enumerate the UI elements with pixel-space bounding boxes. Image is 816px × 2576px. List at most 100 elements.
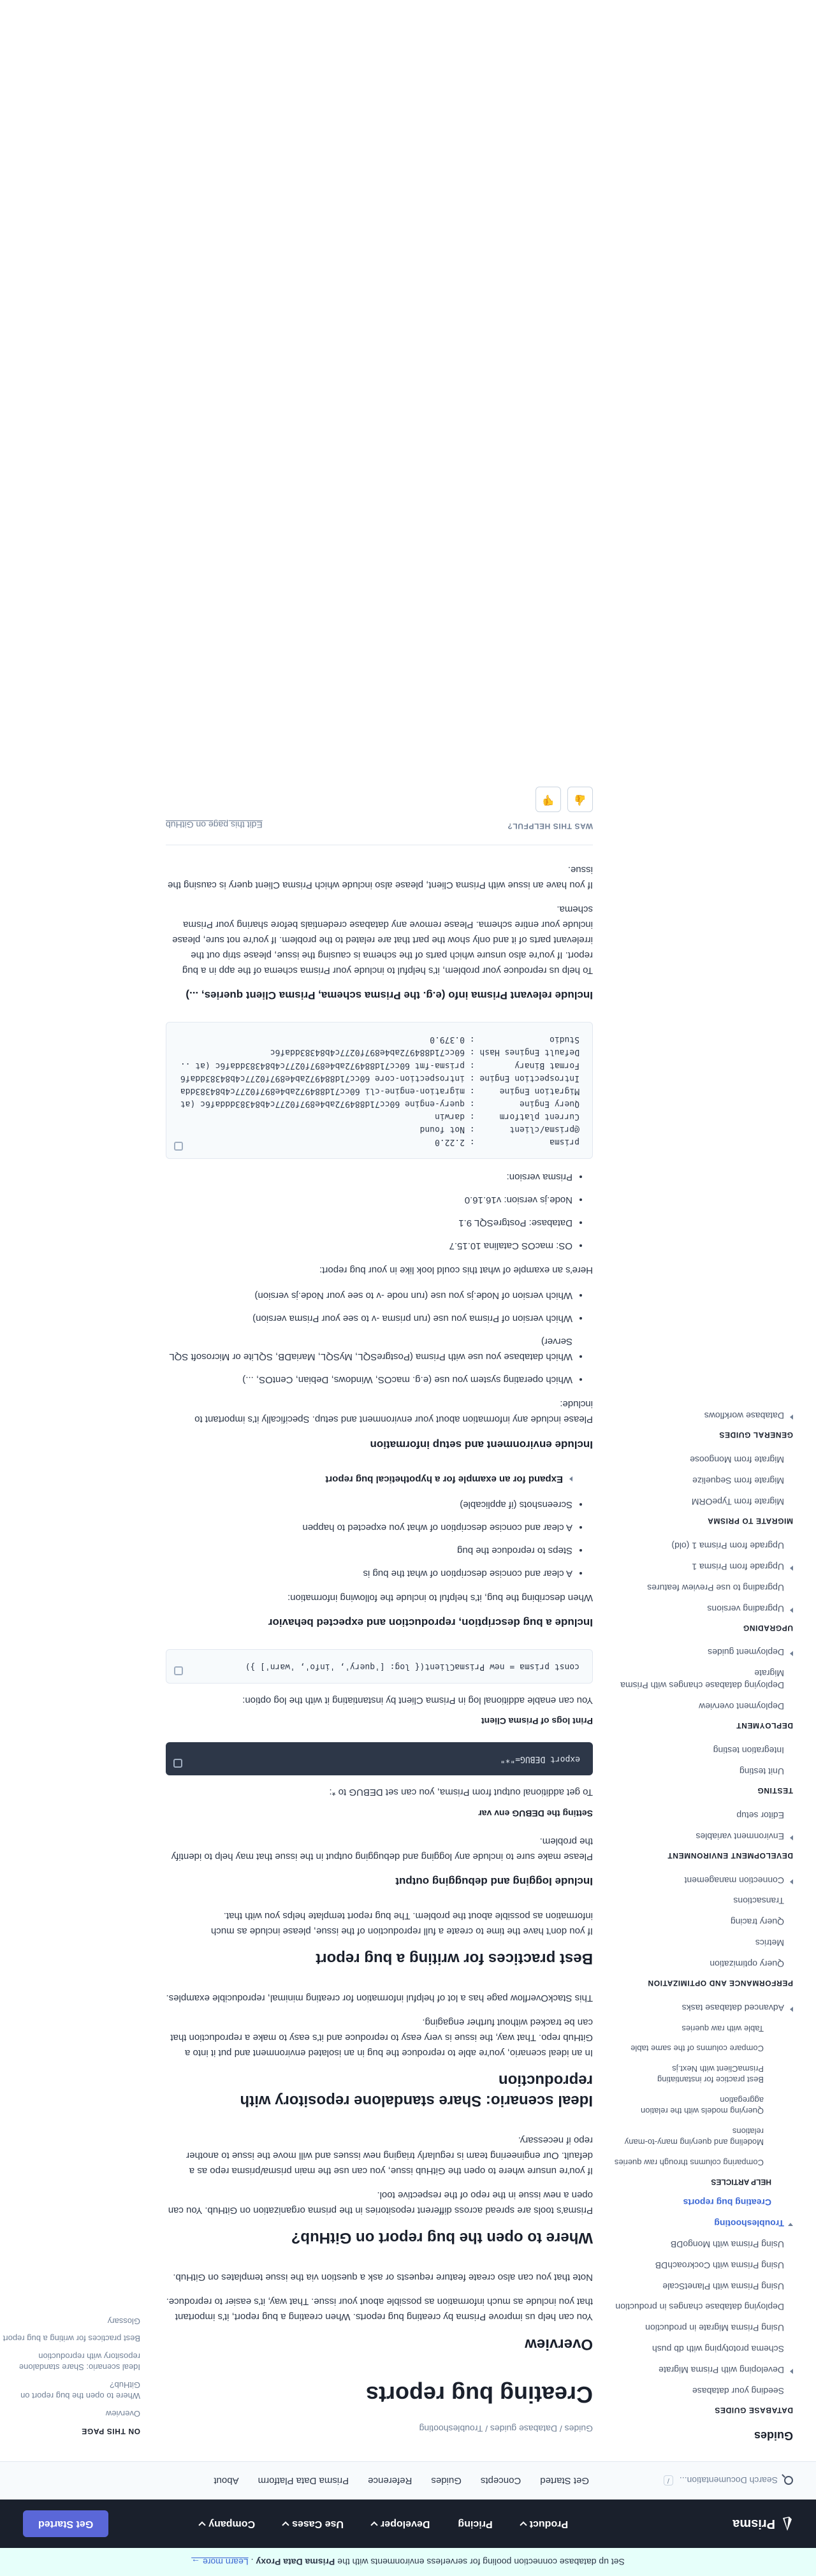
thumbs-up-button[interactable]: 👍 [567,786,593,812]
list-item: A clear and concise description of what … [166,1520,572,1535]
sidebar-item-label: Query optimization [710,1959,784,1970]
sidebar-item[interactable]: Connection management [611,1874,793,1886]
sidebar-item-label: Deployment guides [708,1647,784,1658]
sidebar-item[interactable]: Using Prisma Migrate in production [611,2322,793,2334]
sidebar-item[interactable]: Using Prisma with CockroachDB [611,2259,793,2271]
bug-description-heading: Include a bug description, reproduction … [268,1616,593,1629]
sidebar-item-label: MIGRATE TO PRISMA [707,1516,793,1525]
subnav-link-concepts[interactable]: Concepts [481,2475,521,2486]
nav-pricing[interactable]: Pricing [458,2518,492,2529]
sidebar-item[interactable]: Migrate from TypeORM [611,1495,793,1508]
sidebar-item[interactable]: Migrate from Sequelize [611,1474,793,1487]
sidebar-item[interactable]: Using Prisma with MongoDB [611,2238,793,2250]
sidebar-item[interactable]: Transactions [611,1895,793,1907]
sidebar-item[interactable]: Query tracing [611,1916,793,1928]
list-item: Prisma version: [166,1169,572,1184]
sidebar-item-label: Connection management [684,1875,784,1886]
sidebar-item[interactable]: Compare columns of the same table [611,2043,793,2055]
sidebar-item-label: Upgrade from Prisma 1 (old) [671,1540,784,1551]
sidebar-item[interactable]: Modeling and querying many-to-many relat… [611,2125,793,2148]
overview-heading: Overview [525,2336,593,2354]
toc-item[interactable]: Ideal scenario: Share standalone reposit… [0,2350,140,2373]
breadcrumb[interactable]: Guides / Database guides / Troubleshooti… [166,2422,593,2436]
sidebar-item[interactable]: Using Prisma with PlanetScale [611,2280,793,2292]
sidebar-section-heading: DATABASE GUIDES [611,2406,793,2415]
toc-item[interactable]: Where to open the bug report on GitHub? [0,2379,140,2401]
sidebar-item[interactable]: Migrate from Mongoose [611,1453,793,1466]
sidebar-item-label: Query tracing [730,1917,784,1928]
nav-product-label: Product [529,2519,569,2529]
sidebar-item[interactable]: Integration testing [611,1744,793,1756]
overview-paragraph: You can help us improve Prisma by creati… [166,2296,593,2322]
search-input[interactable]: Search Documentation... / [589,2470,793,2492]
banner-learn-more-link[interactable]: Learn more → [191,2557,248,2567]
sidebar-item-label: Using Prisma with PlanetScale [662,2281,784,2292]
toc-item[interactable]: Overview [0,2408,140,2419]
toc-item[interactable]: Best practices for writing a bug report [0,2333,140,2345]
sidebar-item[interactable]: Upgrading versions [611,1603,793,1615]
page-layout: Guides DATABASE GUIDES Seeding your datab… [0,786,816,2461]
subnav-link-reference[interactable]: Reference [368,2475,412,2486]
sidebar-item[interactable]: Upgrade from Prisma 1 (old) [611,1539,793,1552]
version-code-block: prisma : 2.22.0 @prisma/client : Not fou… [166,1022,593,1160]
sidebar-item[interactable]: Metrics [611,1937,793,1949]
subnav-link-about[interactable]: About [214,2475,238,2486]
nav-company[interactable]: Company [198,2518,255,2529]
sidebar-item-label: DATABASE GUIDES [714,2406,793,2415]
announcement-banner[interactable]: Set up database connection pooling for s… [0,2548,816,2576]
sidebar-item[interactable]: Querying models with the relation aggreg… [611,2094,793,2116]
toc-title: ON THIS PAGE [81,2427,140,2436]
copy-icon[interactable] [174,1142,183,1151]
prisma-logo[interactable]: Prisma [659,2516,793,2531]
debug-paragraph: To get additional output from Prisma, yo… [329,1787,593,1798]
thumbs-down-button[interactable]: 👎 [536,786,561,812]
toc-item[interactable]: Glossary [0,2315,140,2327]
sidebar-item[interactable]: Comparing columns through raw queries [611,2157,793,2168]
sidebar-item[interactable]: Deployment guides [611,1647,793,1659]
example-bug-report-toggle[interactable]: Expand for an example for a hypothetical… [166,1471,572,1487]
sidebar-item[interactable]: Table with raw queries [611,2023,793,2034]
get-started-button[interactable]: Get Started [23,2510,109,2537]
list-item: Node.js version: v16.16.0 [166,1192,572,1207]
sidebar-item[interactable]: Upgrade from Prisma 1 [611,1561,793,1573]
sidebar-item[interactable]: Best practice for instantiating PrismaCl… [611,2063,793,2085]
sidebar-item[interactable]: Advanced database tasks [611,2002,793,2014]
nav-use-cases-label: Use Cases [292,2519,344,2529]
copy-icon[interactable] [174,1666,183,1675]
sidebar-item[interactable]: Deploying database changes in production [611,2301,793,2313]
thumbs-up-icon: 👍 [574,794,586,805]
sidebar-item[interactable]: Environment variables [611,1830,793,1842]
banner-text: Set up database connection pooling for s… [337,2557,625,2567]
github-paragraph-1: Prisma's tools are spread across differe… [168,2189,593,2216]
sidebar-item[interactable]: Troubleshooting [611,2217,793,2229]
subnav-link-get-started[interactable]: Get Started [540,2475,589,2486]
sidebar-item[interactable]: Query optimization [611,1958,793,1970]
prisma-info-paragraph-1: To help us reproduce your problem, it's … [172,904,593,976]
sidebar-item-label: Database workflows [704,1411,784,1422]
sidebar-item-label: Table with raw queries [681,2023,764,2034]
sidebar-item[interactable]: Upgrading to use Preview features [611,1582,793,1594]
sidebar-item-label: Modeling and querying many-to-many relat… [624,2126,764,2148]
subnav-link-data-platform[interactable]: Prisma Data Platform [258,2475,349,2486]
subnav-link-guides[interactable]: Guides [431,2475,462,2486]
sidebar-item[interactable]: Creating bug reports [611,2196,793,2208]
nav-use-cases[interactable]: Use Cases [282,2518,344,2529]
sidebar-item[interactable]: Developing with Prisma Migrate [611,2364,793,2376]
nav-developer-label: Developer [381,2519,430,2529]
sidebar-item[interactable]: Seeding your database [611,2385,793,2397]
edit-on-github-link[interactable]: Edit this page on GitHub [166,818,263,832]
nav-developer[interactable]: Developer [370,2518,430,2529]
sidebar-section-heading: PERFORMANCE AND OPTIMIZATION [611,1979,793,1988]
sidebar-item[interactable]: Schema prototyping with db push [611,2343,793,2355]
sidebar-item[interactable]: Editor setup [611,1809,793,1821]
copy-icon[interactable] [173,1759,182,1768]
environment-paragraph: Please include any information about you… [194,1399,593,1425]
sidebar-item[interactable]: Database workflows [611,1409,793,1422]
toc-list: Overview Where to open the bug report on … [0,2315,140,2419]
sidebar-item[interactable]: Deployment overview [611,1700,793,1712]
sidebar-list: DATABASE GUIDES Seeding your database Deve… [611,1409,793,2415]
log-paragraph: You can enable additional log in Prisma … [242,1694,593,1706]
sidebar-item[interactable]: Unit testing [611,1765,793,1777]
nav-product[interactable]: Product [519,2518,569,2529]
sidebar-item[interactable]: Deploying database changes with Prisma M… [611,1667,793,1691]
